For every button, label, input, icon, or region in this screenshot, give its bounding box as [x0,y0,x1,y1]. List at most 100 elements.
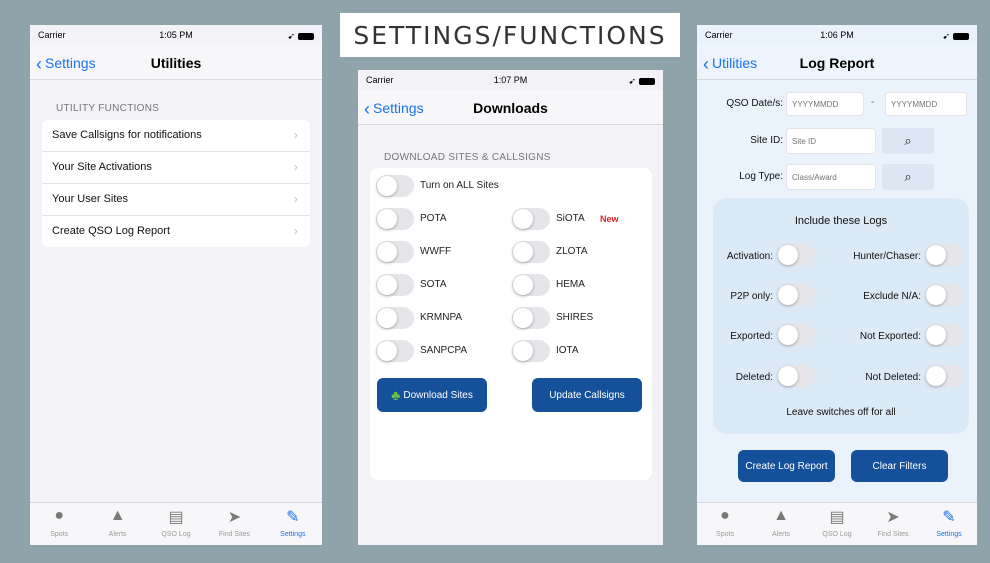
location-arrow-icon: ➤ [227,509,242,526]
back-button[interactable]: ‹ Utilities [703,54,757,75]
date-from-field[interactable] [786,92,864,116]
status-time: 1:06 PM [820,30,854,40]
downloads-screen: Carrier 1:07 PM ➹ ‹ Settings Downloads DO… [358,70,663,545]
toggle-p2p-only[interactable] [777,284,815,306]
tab-alerts[interactable]: ▲ Alerts [753,503,809,545]
toggle-pota[interactable] [376,208,414,230]
toggle-krmnpa[interactable] [376,307,414,329]
tab-find-sites[interactable]: ➤ Find Sites [205,503,263,545]
toggle-iota[interactable] [512,340,550,362]
download-sites-button[interactable]: ♣ Download Sites [377,378,487,412]
toggle-siota[interactable] [512,208,550,230]
warning-icon: ▲ [773,507,789,524]
search-icon: ⌕ [904,133,912,148]
slide-title: SETTINGS/FUNCTIONS [340,13,680,57]
back-button[interactable]: ‹ Settings [364,99,424,120]
logs-heading: Include these Logs [794,215,888,227]
downloads-card: Turn on ALL Sites POTA SiOTA New WWFF ZL… [370,168,652,480]
tab-label: QSO Log [161,531,191,538]
chevron-left-icon: ‹ [364,99,370,119]
battery-icon: ➹ [942,31,969,42]
status-time: 1:07 PM [493,75,528,85]
toggle-label: Exclude N/A: [863,291,921,302]
tab-settings[interactable]: ✎ Settings [264,503,322,545]
tab-label: QSO Log [822,531,852,538]
log-icon: ▤ [168,509,184,526]
tab-alerts[interactable]: ▲ Alerts [88,503,146,545]
chevron-right-icon: › [293,127,298,142]
footer-note: Leave switches off for all [786,407,896,418]
toggle-label: Activation: [726,251,773,262]
clear-filters-button[interactable]: Clear Filters [851,450,948,482]
toggle-label: SiOTA [556,213,585,224]
section-header: UTILITY FUNCTIONS [56,103,160,114]
tab-label: Spots [716,531,734,538]
tab-settings[interactable]: ✎ Settings [921,503,977,545]
toggle-not-exported[interactable] [925,324,963,346]
nav-bar: ‹ Settings Utilities [30,45,322,80]
toggle-exported[interactable] [777,324,815,346]
tab-spots[interactable]: ● Spots [697,503,753,545]
chevron-left-icon: ‹ [703,54,709,74]
list-item-qso-log-report[interactable]: Create QSO Log Report › [42,216,310,247]
toggle-sota[interactable] [376,274,414,296]
tab-qso-log[interactable]: ▤ QSO Log [147,503,205,545]
toggle-sanpcpa[interactable] [376,340,414,362]
toggle-label: SANPCPA [420,345,468,356]
toggle-all-sites[interactable] [376,175,414,197]
log-type-search-button[interactable]: ⌕ [882,164,934,190]
list-item-user-sites[interactable]: Your User Sites › [42,184,310,216]
toggle-exclude-na[interactable] [925,284,963,306]
toggle-label: Exported: [730,331,773,342]
date-separator: - [871,97,875,108]
include-logs-card: Include these Logs Activation: Hunter/Ch… [713,198,969,434]
chevron-right-icon: › [293,191,298,206]
back-button[interactable]: ‹ Settings [36,54,96,75]
tab-bar: ● Spots ▲ Alerts ▤ QSO Log ➤ Find Sites ✎ Set… [697,502,977,545]
list-item-label: Create QSO Log Report [52,225,171,237]
spots-icon: ● [720,507,730,524]
update-callsigns-button[interactable]: Update Callsigns [532,378,642,412]
toggle-label: IOTA [556,345,579,356]
toggle-deleted[interactable] [777,365,815,387]
date-to-field[interactable] [885,92,967,116]
toggle-label: ZLOTA [556,246,588,257]
chevron-right-icon: › [293,223,298,238]
utility-list: Save Callsigns for notifications › Your S… [42,120,310,247]
utilities-screen: Carrier 1:05 PM ➹ ‹ Settings Utilities UT… [30,25,322,545]
warning-icon: ▲ [109,507,126,524]
button-label: Create Log Report [745,460,828,472]
battery-icon: ➹ [628,76,655,87]
wrench-icon: ✎ [286,509,300,526]
tab-label: Spots [50,531,69,538]
status-time: 1:05 PM [159,30,193,40]
toggle-shires[interactable] [512,307,550,329]
location-arrow-icon: ➤ [886,509,900,526]
site-id-field[interactable] [786,128,876,154]
toggle-not-deleted[interactable] [925,365,963,387]
create-log-report-button[interactable]: Create Log Report [738,450,835,482]
tree-icon: ♣ [391,387,401,403]
toggle-label: WWFF [420,246,452,257]
site-search-button[interactable]: ⌕ [882,128,934,154]
status-bar: Carrier 1:07 PM ➹ [358,70,663,90]
tab-spots[interactable]: ● Spots [30,503,88,545]
tab-find-sites[interactable]: ➤ Find Sites [865,503,921,545]
toggle-zlota[interactable] [512,241,550,263]
list-item-label: Your User Sites [52,193,129,205]
tab-qso-log[interactable]: ▤ QSO Log [809,503,865,545]
list-item-site-activations[interactable]: Your Site Activations › [42,152,310,184]
list-item-save-callsigns[interactable]: Save Callsigns for notifications › [42,120,310,152]
toggle-hunter-chaser[interactable] [925,244,963,266]
list-item-label: Save Callsigns for notifications [52,129,202,141]
toggle-label: P2P only: [730,291,773,302]
toggle-label: Not Deleted: [865,372,921,383]
tab-label: Alerts [108,531,127,538]
tab-label: Alerts [772,531,790,538]
tab-bar: ● Spots ▲ Alerts ▤ QSO Log ➤ Find Sites ✎ Set… [30,502,322,545]
toggle-activation[interactable] [777,244,815,266]
toggle-wwff[interactable] [376,241,414,263]
log-type-field[interactable] [786,164,876,190]
section-header: DOWNLOAD SITES & CALLSIGNS [384,152,551,163]
toggle-hema[interactable] [512,274,550,296]
